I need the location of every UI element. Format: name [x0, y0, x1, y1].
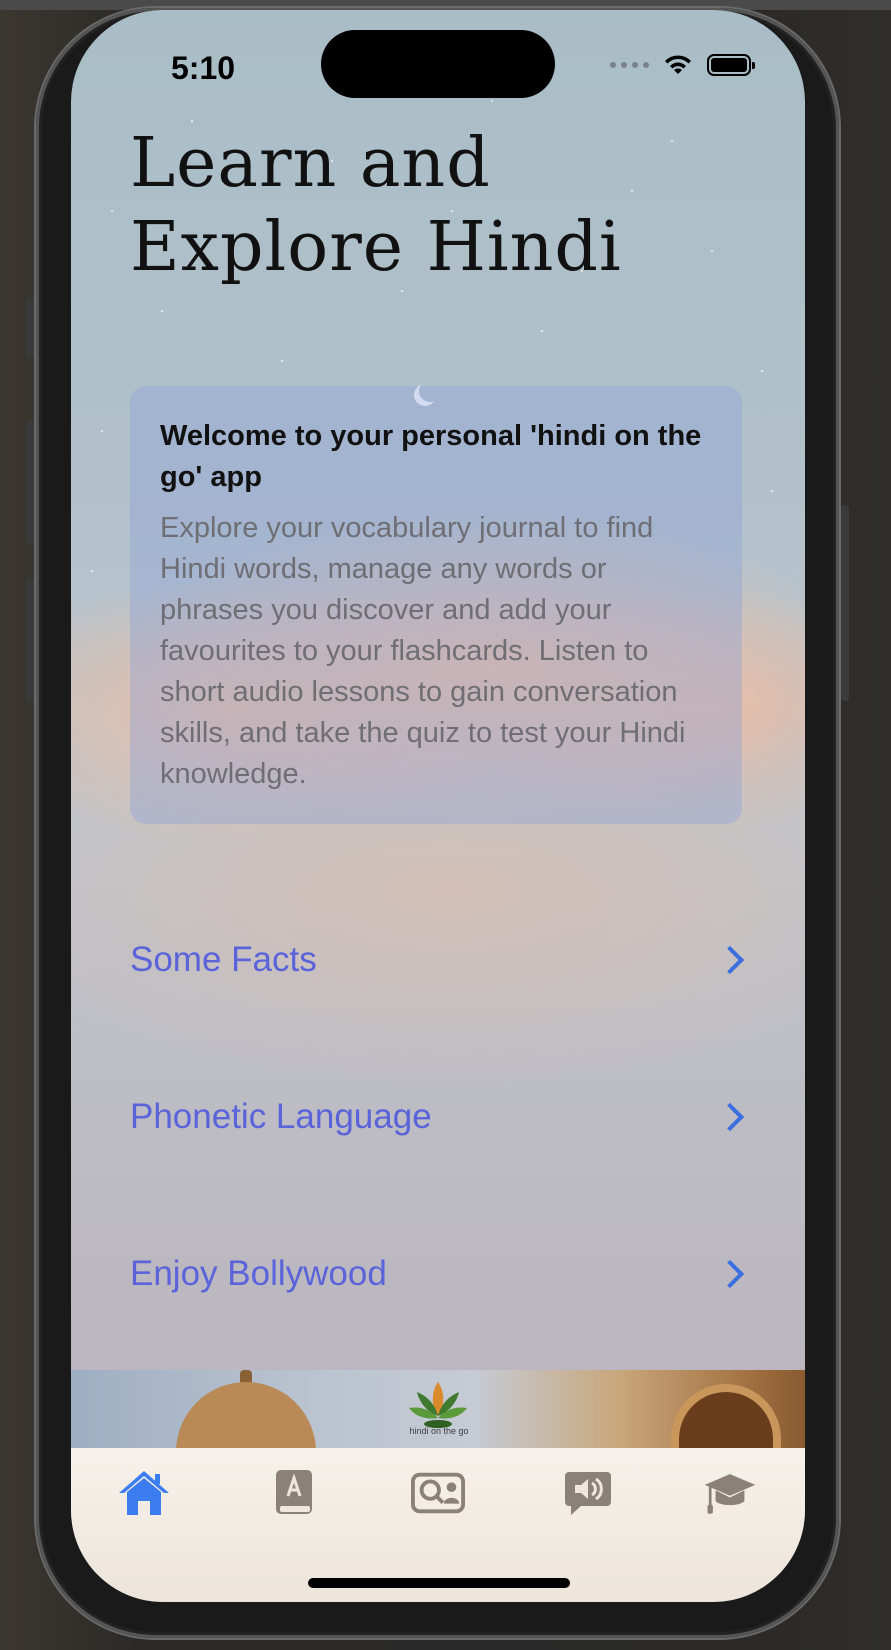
flashcards-search-icon [411, 1472, 465, 1514]
page-title-line: Learn and [130, 124, 491, 203]
app-screen: 5:10 Learn and Explore Hindi Welcome to … [71, 10, 805, 1602]
tab-audio-lessons[interactable] [561, 1466, 615, 1520]
home-indicator [308, 1578, 570, 1588]
heritage-banner: hindi on the go [71, 1370, 805, 1448]
device-side-button [26, 298, 34, 358]
tab-bar [71, 1448, 805, 1602]
status-icons [610, 54, 755, 76]
nav-item-label: Some Facts [130, 940, 317, 979]
device-side-button [26, 420, 34, 544]
tab-flashcards[interactable] [411, 1466, 465, 1520]
graduation-cap-icon [704, 1474, 756, 1514]
dynamic-island [321, 30, 555, 98]
audio-speech-icon [565, 1472, 611, 1515]
logo-wordmark: hindi on the go [409, 1426, 469, 1436]
tab-quiz[interactable] [703, 1466, 757, 1520]
battery-icon [707, 54, 755, 76]
device-side-button [26, 578, 34, 702]
welcome-body: Explore your vocabulary journal to find … [160, 512, 686, 790]
nav-item-enjoy-bollywood[interactable]: Enjoy Bollywood [130, 1244, 750, 1304]
nav-item-some-facts[interactable]: Some Facts [130, 930, 750, 990]
nav-item-label: Phonetic Language [130, 1097, 432, 1136]
status-time: 5:10 [171, 50, 236, 86]
chevron-right-icon [715, 1259, 745, 1289]
device-side-button [841, 505, 849, 701]
tab-dictionary[interactable] [267, 1466, 321, 1520]
cellular-signal-icon [610, 62, 649, 68]
welcome-title: Welcome to your personal 'hindi on the g… [160, 420, 702, 493]
page-title: Learn and Explore Hindi [130, 122, 730, 290]
temple-dome [176, 1382, 316, 1448]
wifi-icon [665, 55, 691, 74]
chevron-right-icon [715, 1102, 745, 1132]
palace-arch [671, 1384, 781, 1448]
nav-item-phonetic-language[interactable]: Phonetic Language [130, 1087, 750, 1147]
welcome-card: Welcome to your personal 'hindi on the g… [130, 386, 742, 824]
page-title-line: Explore Hindi [130, 208, 622, 287]
chevron-right-icon [715, 945, 745, 975]
house-icon [119, 1471, 169, 1515]
dictionary-book-icon [276, 1470, 312, 1514]
tab-home[interactable] [117, 1466, 171, 1520]
nav-item-label: Enjoy Bollywood [130, 1254, 387, 1293]
